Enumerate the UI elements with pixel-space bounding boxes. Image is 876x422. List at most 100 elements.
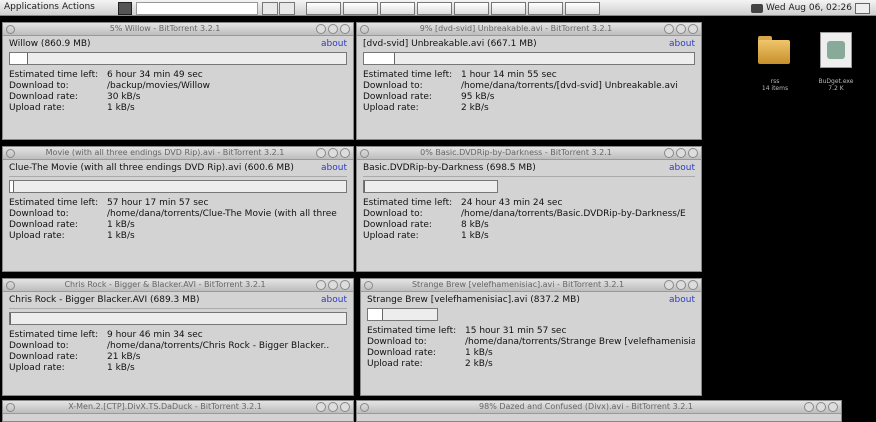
about-link[interactable]: about: [318, 163, 347, 173]
task-button[interactable]: [343, 2, 378, 15]
window-menu-icon[interactable]: [360, 403, 369, 412]
tray-applet-icon[interactable]: [855, 2, 870, 14]
minimize-button[interactable]: [316, 280, 326, 290]
folder-label[interactable]: rss 14 items: [748, 78, 802, 92]
close-button[interactable]: [340, 148, 350, 158]
window-title: 0% Basic.DVDRip-by-Darkness - BitTorrent…: [420, 148, 612, 157]
window-menu-icon[interactable]: [6, 403, 15, 412]
file-name: Basic.DVDRip-by-Darkness (698.5 MB): [363, 163, 536, 173]
window-titlebar[interactable]: Strange Brew [velefhamenisiac].avi - Bit…: [361, 279, 701, 292]
divider: [363, 176, 695, 177]
about-link[interactable]: about: [666, 39, 695, 49]
terminal-icon[interactable]: [118, 2, 132, 15]
maximize-button[interactable]: [676, 280, 686, 290]
task-button[interactable]: [491, 2, 526, 15]
package-icon[interactable]: [820, 32, 852, 68]
window-menu-icon[interactable]: [6, 281, 15, 290]
minimize-button[interactable]: [316, 402, 326, 412]
download-to-value: /home/dana/torrents/Clue-The Movie (with…: [107, 209, 337, 219]
maximize-button[interactable]: [328, 148, 338, 158]
maximize-button[interactable]: [676, 24, 686, 34]
minimize-button[interactable]: [804, 402, 814, 412]
minimize-button[interactable]: [316, 24, 326, 34]
window-titlebar[interactable]: 9% [dvd-svid] Unbreakable.avi - BitTorre…: [357, 23, 701, 36]
download-to-label: Download to:: [9, 209, 69, 219]
close-button[interactable]: [688, 24, 698, 34]
window-titlebar[interactable]: Chris Rock - Bigger & Blacker.AVI - BitT…: [3, 279, 353, 292]
clock[interactable]: Wed Aug 06, 02:26: [766, 3, 852, 13]
window-title: 98% Dazed and Confused (Divx).avi - BitT…: [479, 402, 693, 411]
upload-rate-value: 1 kB/s: [107, 103, 135, 113]
upload-rate-value: 2 kB/s: [461, 103, 489, 113]
minimize-button[interactable]: [664, 148, 674, 158]
maximize-button[interactable]: [328, 24, 338, 34]
download-rate-label: Download rate:: [9, 220, 78, 230]
download-to-value: /home/dana/torrents/Strange Brew [velefh…: [465, 337, 695, 347]
task-button[interactable]: [380, 2, 415, 15]
progress-fill: [364, 53, 395, 64]
window-titlebar[interactable]: X-Men.2.[CTP].DivX.TS.DaDuck - BitTorren…: [3, 401, 353, 414]
maximize-button[interactable]: [816, 402, 826, 412]
workspace-2[interactable]: [279, 2, 295, 15]
divider: [9, 308, 347, 309]
download-to-value: /home/dana/torrents/Chris Rock - Bigger …: [107, 341, 330, 351]
window-title: X-Men.2.[CTP].DivX.TS.DaDuck - BitTorren…: [68, 402, 262, 411]
close-button[interactable]: [688, 148, 698, 158]
download-to-label: Download to:: [367, 337, 427, 347]
window-menu-icon[interactable]: [6, 149, 15, 158]
about-link[interactable]: about: [318, 39, 347, 49]
window-menu-icon[interactable]: [360, 149, 369, 158]
minimize-button[interactable]: [316, 148, 326, 158]
window-menu-icon[interactable]: [364, 281, 373, 290]
folder-name: rss: [770, 78, 780, 85]
task-button[interactable]: [417, 2, 452, 15]
close-button[interactable]: [340, 402, 350, 412]
package-label[interactable]: BuDget.exe 7.2 K: [808, 78, 864, 92]
progress-bar: [9, 180, 347, 193]
file-name: Clue-The Movie (with all three endings D…: [9, 163, 294, 173]
download-to-value: /backup/movies/Willow: [107, 81, 211, 91]
task-button[interactable]: [565, 2, 600, 15]
bittorrent-window-x-men: X-Men.2.[CTP].DivX.TS.DaDuck - BitTorren…: [2, 400, 354, 422]
bittorrent-window-dazed: 98% Dazed and Confused (Divx).avi - BitT…: [356, 400, 842, 422]
eta-label: Estimated time left:: [9, 330, 99, 340]
applications-menu[interactable]: Applications: [4, 2, 59, 12]
window-titlebar[interactable]: 5% Willow - BitTorrent 3.2.1: [3, 23, 353, 36]
eta-label: Estimated time left:: [9, 70, 99, 80]
window-titlebar[interactable]: 98% Dazed and Confused (Divx).avi - BitT…: [357, 401, 841, 414]
maximize-button[interactable]: [328, 402, 338, 412]
minimize-button[interactable]: [664, 280, 674, 290]
close-button[interactable]: [828, 402, 838, 412]
download-rate-label: Download rate:: [363, 220, 432, 230]
download-rate-label: Download rate:: [9, 92, 78, 102]
network-icon[interactable]: [750, 3, 763, 13]
task-button[interactable]: [528, 2, 563, 15]
task-button[interactable]: [454, 2, 489, 15]
window-menu-icon[interactable]: [6, 25, 15, 34]
bittorrent-window-basic: 0% Basic.DVDRip-by-Darkness - BitTorrent…: [356, 146, 702, 272]
maximize-button[interactable]: [328, 280, 338, 290]
task-button[interactable]: [306, 2, 341, 15]
file-name: Strange Brew [velefhamenisiac].avi (837.…: [367, 295, 580, 305]
close-button[interactable]: [340, 24, 350, 34]
panel-search-field[interactable]: [136, 2, 258, 15]
window-titlebar[interactable]: Movie (with all three endings DVD Rip).a…: [3, 147, 353, 160]
maximize-button[interactable]: [676, 148, 686, 158]
window-titlebar[interactable]: 0% Basic.DVDRip-by-Darkness - BitTorrent…: [357, 147, 701, 160]
workspace-1[interactable]: [262, 2, 278, 15]
about-link[interactable]: about: [318, 295, 347, 305]
about-link[interactable]: about: [666, 163, 695, 173]
progress-bar: [363, 52, 695, 65]
close-button[interactable]: [688, 280, 698, 290]
window-menu-icon[interactable]: [360, 25, 369, 34]
close-button[interactable]: [340, 280, 350, 290]
progress-fill: [10, 181, 15, 192]
upload-rate-label: Upload rate:: [9, 231, 65, 241]
bittorrent-window-willow: 5% Willow - BitTorrent 3.2.1 Willow (860…: [2, 22, 354, 140]
folder-icon[interactable]: [758, 36, 790, 64]
download-rate-label: Download rate:: [9, 352, 78, 362]
minimize-button[interactable]: [664, 24, 674, 34]
about-link[interactable]: about: [666, 295, 695, 305]
workspace-switcher[interactable]: [262, 2, 295, 15]
actions-menu[interactable]: Actions: [62, 2, 95, 12]
